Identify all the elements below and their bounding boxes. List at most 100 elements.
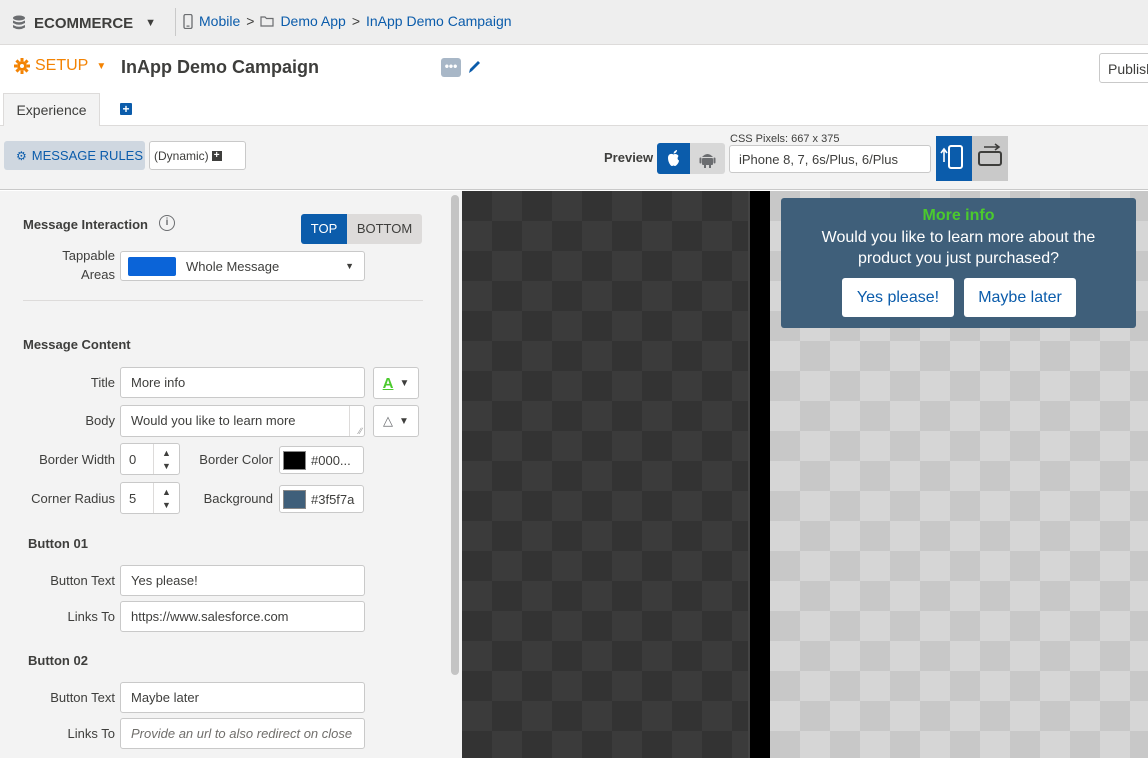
body-color-picker[interactable]: △ ▼ (373, 405, 419, 437)
breadcrumb-separator: > (351, 13, 360, 29)
font-color-icon: △ (383, 413, 394, 428)
position-top-toggle[interactable]: TOP (301, 214, 347, 244)
portrait-orientation-button[interactable] (936, 136, 972, 181)
body-textarea-value: Would you like to learn more (131, 413, 296, 428)
tab-bar (0, 92, 1148, 126)
button-01-link-label: Links To (67, 609, 115, 624)
setup-label: SETUP (35, 57, 89, 74)
button-02-link-label: Links To (67, 726, 115, 741)
button-01-text-input[interactable]: Yes please! (120, 565, 365, 596)
app-name: ECOMMERCE (34, 14, 134, 32)
border-color-label: Border Color (199, 452, 273, 467)
background-color-value: #3f5f7a (311, 491, 355, 507)
database-icon (13, 15, 25, 30)
preview-backdrop (462, 191, 748, 758)
tappable-label-line: Areas (81, 267, 115, 282)
tappable-label-line: Tappable (62, 248, 115, 263)
more-options-button[interactable]: ••• (441, 58, 461, 77)
stepper-arrows-icon[interactable]: ▲ ▼ (153, 483, 179, 513)
breadcrumb-mobile[interactable]: Mobile (199, 13, 240, 29)
position-bottom-toggle[interactable]: BOTTOM (347, 214, 422, 244)
gear-icon (14, 58, 30, 74)
portrait-phone-icon (940, 145, 963, 169)
border-width-stepper[interactable]: 0 ▲ ▼ (120, 443, 180, 475)
border-color-value: #000... (311, 452, 351, 468)
tab-experience[interactable]: Experience (3, 93, 100, 126)
add-tab-icon[interactable]: + (120, 103, 132, 115)
resize-handle-icon: ∕∕ (358, 426, 362, 436)
title-color-picker[interactable]: A ▼ (373, 367, 419, 399)
publish-button[interactable]: Publish (1099, 53, 1148, 83)
button-01-heading: Button 01 (28, 536, 88, 551)
button-01-link-input[interactable]: https://www.salesforce.com (120, 601, 365, 632)
corner-radius-label: Corner Radius (31, 491, 115, 506)
tappable-areas-value: Whole Message (186, 258, 280, 274)
dynamic-rule-button[interactable]: (Dynamic) + (149, 141, 246, 170)
inapp-message-title: More info (922, 207, 995, 224)
device-select[interactable]: iPhone 8, 7, 6s/Plus, 6/Plus (729, 145, 931, 173)
android-icon (699, 154, 716, 168)
button-02-text-label: Button Text (50, 690, 115, 705)
device-frame (748, 191, 770, 758)
background-color-swatch (283, 489, 306, 509)
stepper-arrows-icon[interactable]: ▲ ▼ (153, 444, 179, 474)
message-content-heading: Message Content (23, 337, 131, 352)
border-color-swatch (283, 450, 306, 470)
border-color-field[interactable]: #000... (279, 446, 364, 474)
dynamic-label: (Dynamic) (154, 148, 209, 163)
body-label: Body (85, 413, 115, 428)
ios-preview-button[interactable] (657, 143, 690, 174)
landscape-orientation-button[interactable] (972, 136, 1008, 181)
android-preview-button[interactable] (690, 143, 725, 174)
panel-scrollbar[interactable] (451, 195, 459, 675)
setup-menu[interactable]: SETUP ▼ (14, 57, 106, 75)
chevron-down-icon: ▼ (145, 17, 157, 29)
title-label: Title (90, 375, 115, 390)
message-rules-button[interactable]: ⚙ MESSAGE RULES (4, 141, 145, 170)
body-textarea[interactable]: Would you like to learn more ∕∕ (120, 405, 365, 437)
button-02-heading: Button 02 (28, 653, 88, 668)
message-rules-label: MESSAGE RULES (31, 148, 144, 163)
message-interaction-heading: Message Interaction (23, 217, 148, 232)
tappable-areas-select[interactable]: Whole Message ▼ (120, 251, 365, 281)
inapp-message-body: Would you like to learn more about the p… (821, 229, 1096, 267)
chevron-down-icon: ▼ (345, 261, 354, 271)
divider (23, 300, 423, 301)
title-input[interactable]: More info (120, 367, 365, 398)
chevron-down-icon: ▼ (96, 60, 107, 72)
font-color-icon: A (382, 374, 394, 392)
chevron-down-icon: ▼ (399, 377, 410, 389)
inapp-button-maybe[interactable]: Maybe later (964, 278, 1076, 317)
info-icon[interactable]: i (159, 215, 175, 231)
breadcrumb: Mobile > Demo App > InApp Demo Campaign (183, 13, 512, 29)
background-label: Background (203, 491, 273, 506)
breadcrumb-separator: > (246, 13, 255, 29)
apple-icon (668, 150, 679, 166)
add-icon: + (211, 150, 222, 161)
corner-radius-stepper[interactable]: 5 ▲ ▼ (120, 482, 180, 514)
mobile-icon (183, 13, 193, 29)
background-color-field[interactable]: #3f5f7a (279, 485, 364, 513)
pencil-icon[interactable] (466, 58, 482, 76)
chevron-down-icon: ▼ (399, 415, 409, 427)
button-02-link-input[interactable]: Provide an url to also redirect on close (120, 718, 365, 749)
css-pixels-readout: CSS Pixels: 667 x 375 (730, 133, 840, 145)
border-width-value: 0 (129, 452, 137, 467)
app-switcher[interactable]: ECOMMERCE ▼ (12, 8, 176, 36)
page-title: InApp Demo Campaign (121, 57, 320, 77)
divider (349, 406, 350, 436)
gear-icon: ⚙ (16, 148, 27, 163)
divider (175, 8, 176, 36)
tappable-areas-label: Tappable Areas (20, 248, 115, 282)
top-bar (0, 0, 1148, 45)
breadcrumb-demo-app[interactable]: Demo App (280, 13, 345, 29)
border-width-label: Border Width (39, 452, 115, 467)
tappable-color-swatch (128, 256, 176, 276)
landscape-phone-icon (978, 143, 1002, 166)
folder-icon (260, 16, 275, 27)
inapp-button-yes[interactable]: Yes please! (842, 278, 954, 317)
button-02-text-input[interactable]: Maybe later (120, 682, 365, 713)
button-01-text-label: Button Text (50, 573, 115, 588)
breadcrumb-campaign[interactable]: InApp Demo Campaign (366, 13, 512, 29)
preview-label: Preview (604, 150, 654, 165)
